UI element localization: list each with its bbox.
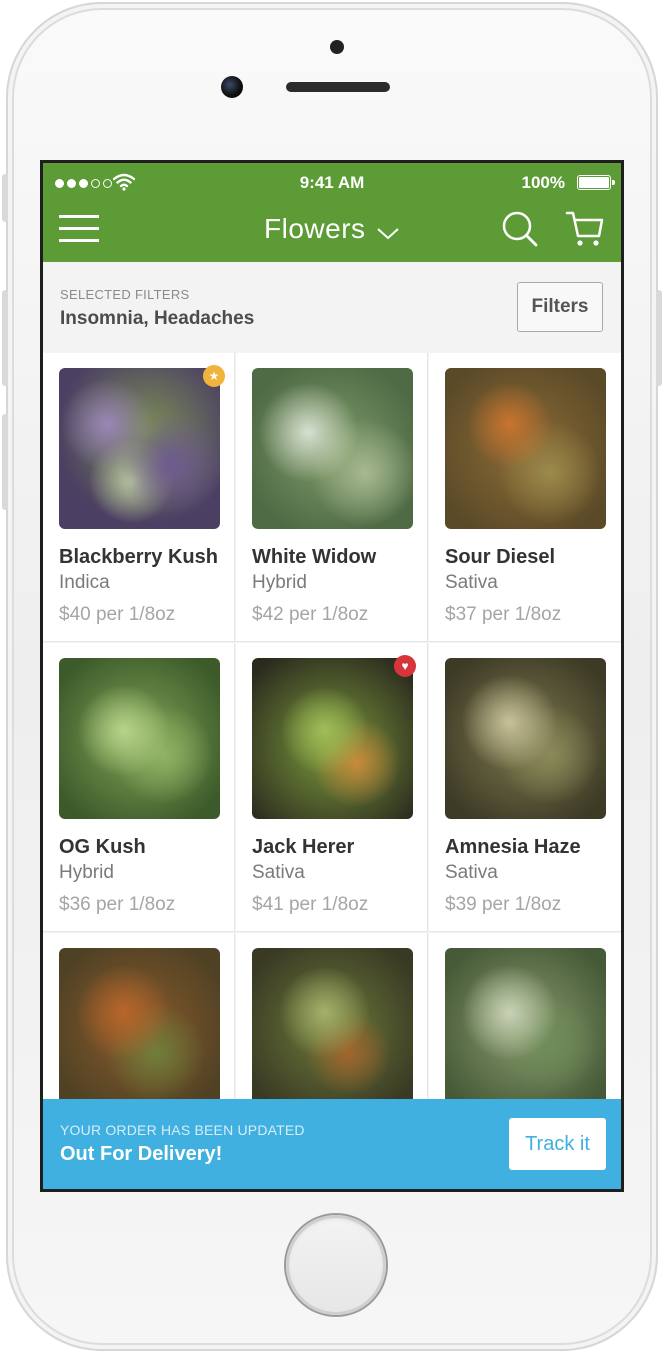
product-type: Sativa [252, 862, 305, 883]
product-price: $40 per 1/8oz [59, 604, 176, 625]
product-price: $36 per 1/8oz [59, 894, 176, 915]
battery-percent: 100% [521, 173, 565, 192]
product-card[interactable]: OG Kush Hybrid $36 per 1/8oz [43, 643, 235, 932]
selected-filters-bar: SELECTED FILTERS Insomnia, Headaches Fil… [43, 262, 621, 354]
product-card[interactable]: ★ Blackberry Kush Indica $40 per 1/8oz [43, 353, 235, 642]
order-update-banner: YOUR ORDER HAS BEEN UPDATED Out For Deli… [43, 1099, 621, 1189]
home-button[interactable] [286, 1215, 386, 1315]
product-type: Hybrid [252, 572, 307, 593]
product-card[interactable]: Amnesia Haze Sativa $39 per 1/8oz [429, 643, 621, 932]
proximity-sensor [330, 40, 344, 54]
order-update-caption: YOUR ORDER HAS BEEN UPDATED [60, 1122, 305, 1138]
product-image [59, 948, 220, 1109]
product-card[interactable]: ♥ Jack Herer Sativa $41 per 1/8oz [236, 643, 428, 932]
product-type: Sativa [445, 572, 498, 593]
mute-switch [2, 174, 8, 222]
heart-icon: ♥ [394, 655, 416, 677]
product-image [445, 368, 606, 529]
product-card[interactable]: White Widow Hybrid $42 per 1/8oz [236, 353, 428, 642]
product-type: Indica [59, 572, 110, 593]
star-icon: ★ [203, 365, 225, 387]
product-name: OG Kush [59, 836, 146, 858]
page-title: Flowers [264, 213, 366, 244]
product-price: $39 per 1/8oz [445, 894, 562, 915]
product-name: Jack Herer [252, 836, 355, 858]
front-camera [221, 76, 243, 98]
product-name: Blackberry Kush [59, 546, 218, 568]
filters-button[interactable]: Filters [517, 282, 603, 332]
screen: 9:41 AM 100% Flowers SELECTED FILTERS In… [40, 160, 624, 1192]
product-image [252, 658, 413, 819]
order-status-title: Out For Delivery! [60, 1143, 223, 1165]
search-icon[interactable] [501, 210, 539, 248]
volume-down-button [2, 414, 8, 510]
volume-up-button [2, 290, 8, 386]
power-button [656, 290, 662, 386]
product-image [252, 948, 413, 1109]
app-screen: 9:41 AM 100% Flowers SELECTED FILTERS In… [43, 163, 621, 1189]
selected-filters-value: Insomnia, Headaches [60, 308, 255, 329]
chevron-down-icon [377, 228, 399, 240]
track-order-button[interactable]: Track it [509, 1118, 606, 1170]
product-image [59, 658, 220, 819]
product-price: $42 per 1/8oz [252, 604, 369, 625]
product-name: White Widow [252, 546, 377, 568]
earpiece-speaker [286, 82, 390, 92]
cart-icon[interactable] [565, 210, 605, 248]
app-header: 9:41 AM 100% Flowers [43, 163, 621, 262]
product-price: $41 per 1/8oz [252, 894, 369, 915]
battery-icon [577, 175, 615, 190]
product-image [445, 658, 606, 819]
product-name: Sour Diesel [445, 546, 556, 568]
product-name: Amnesia Haze [445, 836, 581, 858]
product-image [252, 368, 413, 529]
product-type: Hybrid [59, 862, 114, 883]
status-bar: 9:41 AM 100% [43, 173, 621, 193]
product-image [59, 368, 220, 529]
product-card[interactable]: Sour Diesel Sativa $37 per 1/8oz [429, 353, 621, 642]
product-price: $37 per 1/8oz [445, 604, 562, 625]
product-type: Sativa [445, 862, 498, 883]
selected-filters-caption: SELECTED FILTERS [60, 287, 190, 302]
product-image [445, 948, 606, 1109]
